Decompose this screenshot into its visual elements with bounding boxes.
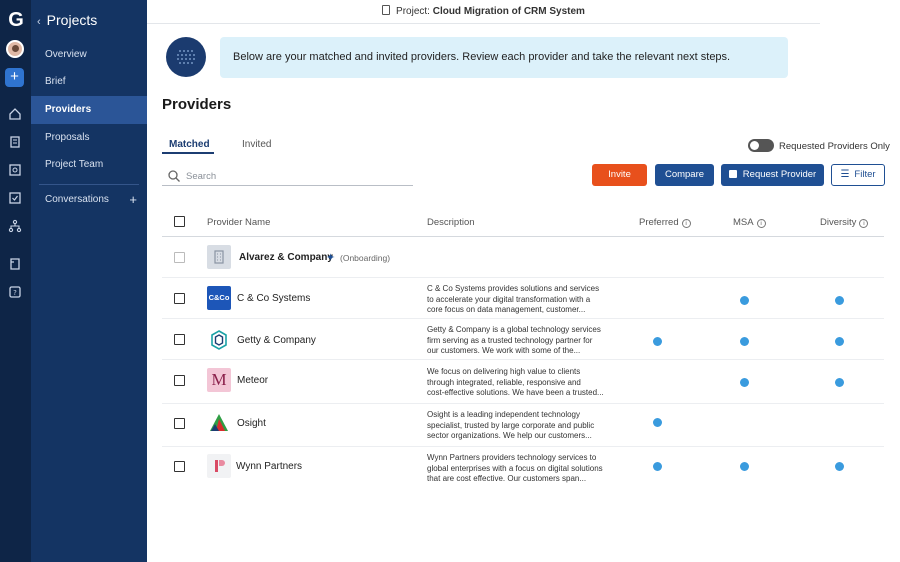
sidebar-title[interactable]: ‹ Projects [37, 12, 97, 28]
page-title: Providers [162, 96, 232, 113]
active-tab-indicator [162, 152, 214, 154]
provider-name[interactable]: Alvarez & Company [239, 252, 333, 263]
row-checkbox[interactable] [174, 418, 185, 429]
search-input[interactable] [186, 168, 406, 184]
org-chart-icon[interactable] [7, 219, 23, 235]
preferred-indicator [653, 462, 662, 471]
info-banner: Below are your matched and invited provi… [220, 37, 788, 78]
header-provider-name[interactable]: Provider Name [207, 217, 270, 228]
diversity-indicator [835, 296, 844, 305]
add-conversation-button[interactable]: + [129, 186, 137, 214]
row-divider [162, 359, 884, 360]
request-provider-button[interactable]: Request Provider [721, 164, 824, 186]
toggle-label: Requested Providers Only [779, 141, 890, 152]
info-icon[interactable]: i [756, 219, 766, 228]
provider-description: We focus on delivering high value to cli… [427, 367, 604, 397]
msa-indicator [740, 296, 749, 305]
wynn-partners-logo-icon [207, 454, 231, 478]
sidebar-item-project-team[interactable]: Project Team [31, 151, 147, 179]
icon-rail: G + ? [0, 0, 31, 562]
requested-only-toggle[interactable] [748, 139, 774, 152]
user-avatar[interactable] [6, 40, 24, 58]
person-card-icon [728, 170, 737, 178]
diversity-indicator [835, 337, 844, 346]
sparkle-icon: ✦ [326, 252, 336, 264]
header-diversity[interactable]: Diversity i [820, 217, 869, 228]
svg-text:?: ? [13, 289, 17, 297]
provider-name[interactable]: Getty & Company [237, 335, 316, 346]
info-icon[interactable]: i [859, 219, 869, 228]
project-header: Project: Cloud Migration of CRM System [147, 0, 820, 24]
msa-indicator [740, 462, 749, 471]
onboarding-status: (Onboarding) [340, 253, 391, 263]
row-checkbox[interactable] [174, 334, 185, 345]
project-name: Cloud Migration of CRM System [432, 6, 585, 17]
sidebar-item-conversations[interactable]: Conversations + [31, 186, 147, 214]
preferred-indicator [653, 418, 662, 427]
chevron-left-icon[interactable]: ‹ [37, 16, 41, 28]
row-divider [162, 446, 884, 447]
project-sidebar: ‹ Projects Overview Brief Providers Propo… [31, 0, 147, 562]
row-checkbox[interactable] [174, 293, 185, 304]
sidebar-item-proposals[interactable]: Proposals [31, 124, 147, 152]
tab-matched[interactable]: Matched [169, 139, 210, 150]
building-logo-icon [207, 245, 231, 269]
row-divider [162, 403, 884, 404]
tasks-icon[interactable] [7, 191, 23, 207]
app-logo[interactable]: G [6, 10, 26, 30]
dotted-globe-icon [177, 50, 195, 64]
row-divider [162, 318, 884, 319]
header-description: Description [427, 217, 475, 228]
filter-sliders-icon: ☰ [840, 169, 850, 180]
help-icon[interactable]: ? [7, 285, 23, 301]
msa-indicator [740, 337, 749, 346]
info-icon[interactable]: i [681, 219, 691, 228]
search-box [162, 166, 413, 186]
osight-logo-icon [207, 411, 231, 435]
search-providers-icon[interactable] [7, 163, 23, 179]
diversity-indicator [835, 462, 844, 471]
search-icon [168, 170, 180, 182]
header-msa[interactable]: MSA i [733, 217, 766, 228]
row-checkbox[interactable] [174, 252, 185, 263]
provider-description: Wynn Partners providers technology servi… [427, 453, 603, 483]
provider-description: C & Co Systems provides solutions and se… [427, 284, 600, 314]
assistant-avatar [166, 37, 206, 77]
msa-indicator [740, 378, 749, 387]
tab-invited[interactable]: Invited [242, 139, 271, 150]
row-checkbox[interactable] [174, 461, 185, 472]
provider-name[interactable]: Meteor [237, 375, 268, 386]
home-icon[interactable] [7, 107, 23, 123]
compare-button[interactable]: Compare [655, 164, 714, 186]
provider-name[interactable]: Osight [237, 418, 266, 429]
create-new-button[interactable]: + [5, 68, 24, 87]
sidebar-divider [39, 184, 139, 185]
provider-name[interactable]: C & Co Systems [237, 293, 310, 304]
c-and-co-logo: C&Co [207, 286, 231, 310]
sidebar-item-providers[interactable]: Providers [31, 96, 147, 124]
row-checkbox[interactable] [174, 375, 185, 386]
sidebar-item-overview[interactable]: Overview [31, 41, 147, 69]
select-all-checkbox[interactable] [174, 216, 185, 227]
sidebar-item-brief[interactable]: Brief [31, 68, 147, 96]
table-header-divider [162, 236, 884, 237]
provider-name[interactable]: Wynn Partners [236, 461, 302, 472]
row-divider [162, 277, 884, 278]
invite-button[interactable]: Invite [592, 164, 647, 186]
filter-button[interactable]: ☰ Filter [831, 164, 885, 186]
preferred-indicator [653, 337, 662, 346]
document-icon [382, 5, 391, 15]
provider-description: Osight is a leading independent technolo… [427, 410, 595, 440]
projects-icon[interactable] [7, 135, 23, 151]
meteor-logo: M [207, 368, 231, 392]
header-preferred[interactable]: Preferred i [639, 217, 691, 228]
provider-description: Getty & Company is a global technology s… [427, 325, 601, 355]
diversity-indicator [835, 378, 844, 387]
archive-icon[interactable] [7, 257, 23, 273]
getty-logo-icon [207, 328, 231, 352]
